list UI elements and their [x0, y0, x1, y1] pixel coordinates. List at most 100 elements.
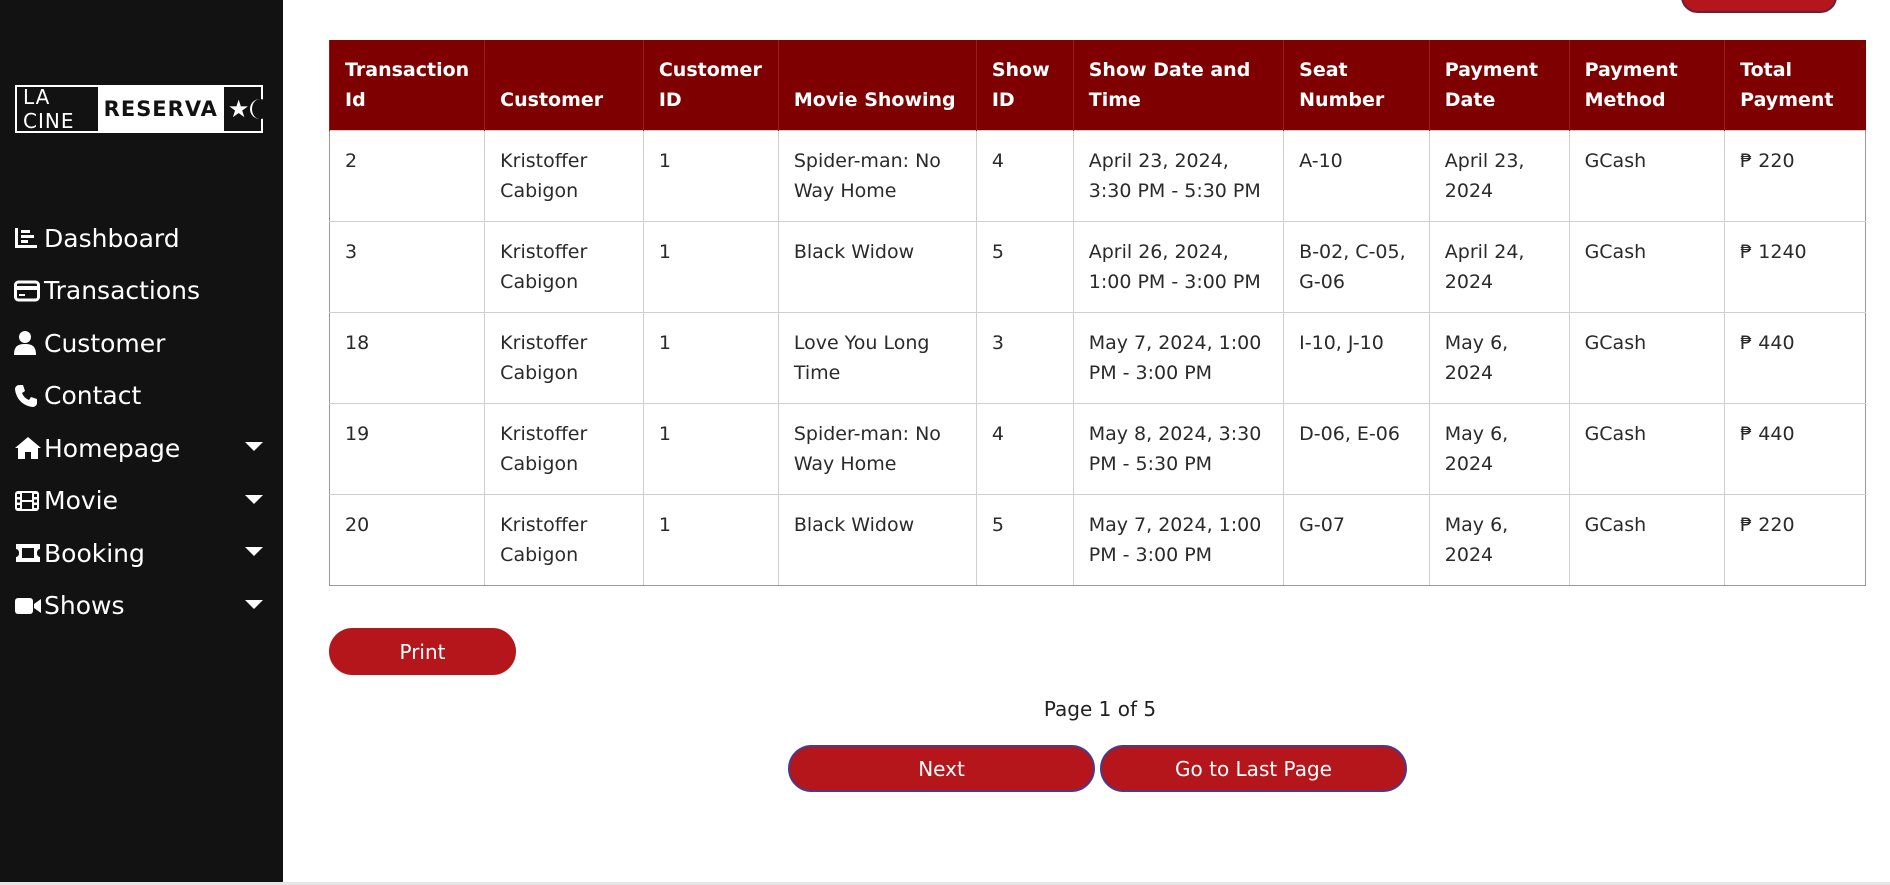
cell-customer-id: 1 — [642, 403, 779, 495]
column-header-customer: Customer — [484, 40, 644, 131]
cell-transaction-id: 2 — [328, 130, 486, 222]
film-icon — [14, 488, 42, 514]
cell-transaction-id: 18 — [328, 312, 486, 404]
cell-seat-number: B-02, C-05, G-06 — [1283, 221, 1430, 313]
transactions-table: Transaction Id Customer Customer ID Movi… — [328, 40, 1866, 586]
sidebar-item-shows[interactable]: Shows — [0, 580, 283, 633]
sidebar-item-movie[interactable]: Movie — [0, 475, 283, 528]
cell-customer-id: 1 — [642, 312, 779, 404]
credit-card-icon — [14, 278, 42, 304]
column-header-show-id: Show ID — [975, 40, 1074, 131]
cell-payment-method: GCash — [1568, 130, 1726, 222]
sidebar-item-label: Shows — [44, 591, 125, 621]
column-header-movie-showing: Movie Showing — [777, 40, 977, 131]
cell-movie-showing: Spider-man: No Way Home — [777, 403, 977, 495]
column-header-seat-number: Seat Number — [1283, 40, 1430, 131]
chevron-down-icon[interactable] — [245, 547, 263, 556]
column-header-transaction-id: Transaction Id — [328, 40, 485, 131]
cell-payment-date: April 24, 2024 — [1428, 221, 1570, 313]
cell-payment-date: May 6, 2024 — [1428, 494, 1570, 586]
top-action-button[interactable] — [1681, 0, 1837, 13]
sidebar-item-label: Movie — [44, 486, 118, 516]
sidebar-item-label: Contact — [44, 381, 142, 411]
table-header-row: Transaction Id Customer Customer ID Movi… — [328, 40, 1866, 131]
page-indicator: Page 1 of 5 — [1043, 697, 1157, 721]
cell-payment-date: April 23, 2024 — [1428, 130, 1570, 222]
chevron-down-icon[interactable] — [245, 442, 263, 451]
cell-customer: Kristoffer Cabigon — [484, 130, 644, 222]
cell-total-payment: ₱ 220 — [1724, 494, 1866, 586]
cell-customer-id: 1 — [642, 130, 779, 222]
sidebar-item-label: Dashboard — [44, 223, 180, 253]
cell-show-id: 4 — [975, 403, 1074, 495]
cell-payment-method: GCash — [1568, 403, 1726, 495]
cell-show-id: 5 — [975, 494, 1074, 586]
cell-show-date-time: May 7, 2024, 1:00 PM - 3:00 PM — [1072, 312, 1285, 404]
sidebar: LA CINE RESERVA ★ Dashboard Transactions… — [0, 0, 283, 882]
cell-payment-date: May 6, 2024 — [1428, 403, 1570, 495]
star-icon: ★ — [227, 95, 250, 123]
cell-seat-number: D-06, E-06 — [1283, 403, 1430, 495]
cell-total-payment: ₱ 440 — [1724, 312, 1866, 404]
cell-show-date-time: April 26, 2024, 1:00 PM - 3:00 PM — [1072, 221, 1285, 313]
cell-seat-number: G-07 — [1283, 494, 1430, 586]
sidebar-item-label: Customer — [44, 328, 166, 358]
sidebar-item-label: Homepage — [44, 433, 181, 463]
table-row: 3 Kristoffer Cabigon 1 Black Widow 5 Apr… — [328, 221, 1866, 313]
cell-show-date-time: April 23, 2024, 3:30 PM - 5:30 PM — [1072, 130, 1285, 222]
cell-show-id: 5 — [975, 221, 1074, 313]
brand-logo-part2: RESERVA — [97, 87, 224, 131]
phone-icon — [14, 383, 42, 409]
column-header-customer-id: Customer ID — [642, 40, 779, 131]
user-icon — [14, 330, 42, 356]
table-row: 19 Kristoffer Cabigon 1 Spider-man: No W… — [328, 403, 1866, 495]
cell-customer: Kristoffer Cabigon — [484, 221, 644, 313]
cell-transaction-id: 3 — [328, 221, 486, 313]
cell-movie-showing: Black Widow — [777, 494, 977, 586]
brand-logo[interactable]: LA CINE RESERVA ★ — [15, 85, 270, 133]
cell-show-id: 4 — [975, 130, 1074, 222]
cell-payment-method: GCash — [1568, 221, 1726, 313]
cell-seat-number: I-10, J-10 — [1283, 312, 1430, 404]
chart-list-icon — [14, 225, 42, 251]
sidebar-item-label: Booking — [44, 538, 145, 568]
cell-payment-method: GCash — [1568, 494, 1726, 586]
ticket-icon — [14, 540, 42, 566]
cell-movie-showing: Spider-man: No Way Home — [777, 130, 977, 222]
sidebar-item-homepage[interactable]: Homepage — [0, 422, 283, 475]
column-header-payment-date: Payment Date — [1428, 40, 1570, 131]
cell-show-id: 3 — [975, 312, 1074, 404]
print-button[interactable]: Print — [329, 628, 516, 675]
cell-transaction-id: 19 — [328, 403, 486, 495]
cell-show-date-time: May 8, 2024, 3:30 PM - 5:30 PM — [1072, 403, 1285, 495]
column-header-total-payment: Total Payment — [1724, 40, 1866, 131]
last-page-button[interactable]: Go to Last Page — [1100, 745, 1407, 792]
sidebar-item-contact[interactable]: Contact — [0, 370, 283, 423]
cell-customer: Kristoffer Cabigon — [484, 494, 644, 586]
ticket-notch — [250, 87, 270, 131]
column-header-payment-method: Payment Method — [1568, 40, 1725, 131]
cell-customer-id: 1 — [642, 494, 779, 586]
next-page-button[interactable]: Next — [788, 745, 1095, 792]
cell-customer-id: 1 — [642, 221, 779, 313]
cell-movie-showing: Black Widow — [777, 221, 977, 313]
video-camera-icon — [14, 593, 42, 619]
cell-payment-date: May 6, 2024 — [1428, 312, 1570, 404]
cell-customer: Kristoffer Cabigon — [484, 403, 644, 495]
cell-customer: Kristoffer Cabigon — [484, 312, 644, 404]
sidebar-item-booking[interactable]: Booking — [0, 527, 283, 580]
cell-movie-showing: Love You Long Time — [777, 312, 977, 404]
sidebar-item-customer[interactable]: Customer — [0, 317, 283, 370]
table-row: 2 Kristoffer Cabigon 1 Spider-man: No Wa… — [328, 130, 1866, 222]
table-row: 18 Kristoffer Cabigon 1 Love You Long Ti… — [328, 312, 1866, 404]
sidebar-item-transactions[interactable]: Transactions — [0, 265, 283, 318]
cell-total-payment: ₱ 440 — [1724, 403, 1866, 495]
cell-total-payment: ₱ 220 — [1724, 130, 1866, 222]
cell-payment-method: GCash — [1568, 312, 1726, 404]
cell-seat-number: A-10 — [1283, 130, 1430, 222]
chevron-down-icon[interactable] — [245, 494, 263, 504]
cell-total-payment: ₱ 1240 — [1724, 221, 1866, 313]
sidebar-item-dashboard[interactable]: Dashboard — [0, 212, 283, 265]
sidebar-item-label: Transactions — [44, 276, 201, 306]
chevron-down-icon[interactable] — [245, 599, 263, 609]
